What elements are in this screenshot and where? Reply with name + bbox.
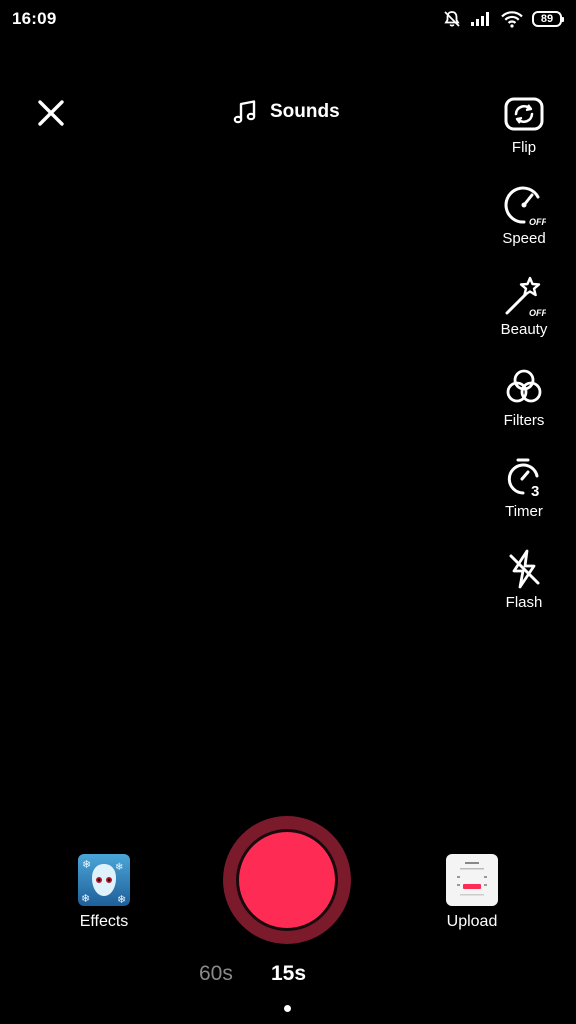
upload-thumbnail <box>446 854 498 906</box>
beauty-label: Beauty <box>500 321 548 338</box>
flip-label: Flip <box>511 139 537 156</box>
duration-15s-option[interactable]: 15s <box>271 962 306 986</box>
filters-button[interactable]: Filters <box>472 365 576 429</box>
timer-label: Timer <box>505 503 543 520</box>
close-icon <box>38 100 64 126</box>
speed-button[interactable]: OFF Speed <box>472 183 576 247</box>
flash-button[interactable]: Flash <box>472 547 576 611</box>
beauty-badge: OFF <box>529 308 546 318</box>
signal-icon <box>471 12 489 26</box>
record-button[interactable] <box>223 816 351 944</box>
flash-off-icon <box>502 547 546 591</box>
svg-text:❄: ❄ <box>81 892 90 905</box>
wifi-icon <box>501 11 523 28</box>
flash-label: Flash <box>505 594 543 611</box>
selected-duration-indicator <box>284 1005 291 1012</box>
upload-button[interactable]: Upload <box>427 854 517 931</box>
status-time: 16:09 <box>12 9 57 28</box>
music-note-icon <box>233 100 256 124</box>
speed-badge: OFF <box>529 217 546 227</box>
speed-label: Speed <box>502 230 546 247</box>
filters-icon <box>502 365 546 409</box>
duration-60s-option[interactable]: 60s <box>199 962 233 986</box>
timer-badge: 3 <box>531 483 539 500</box>
effects-thumbnail: ❄ ❄ ❄ ❄ <box>78 854 130 906</box>
status-bar: 16:09 89 <box>0 0 576 40</box>
svg-text:❄: ❄ <box>115 862 123 873</box>
timer-button[interactable]: 3 Timer <box>472 456 576 520</box>
beauty-button[interactable]: OFF Beauty <box>472 274 576 338</box>
status-icons: 89 <box>443 9 564 29</box>
svg-text:❄: ❄ <box>82 858 91 871</box>
bell-off-icon <box>444 11 460 27</box>
effects-label: Effects <box>79 913 129 930</box>
battery-icon: 89 <box>532 11 564 27</box>
sounds-button[interactable]: Sounds <box>232 96 340 128</box>
filters-label: Filters <box>503 412 545 429</box>
upload-label: Upload <box>446 913 498 930</box>
flip-camera-icon <box>502 92 546 136</box>
close-button[interactable] <box>31 93 71 133</box>
effects-button[interactable]: ❄ ❄ ❄ ❄ Effects <box>59 854 149 931</box>
sounds-label: Sounds <box>270 101 340 122</box>
speed-icon: OFF <box>502 183 546 227</box>
flip-button[interactable]: Flip <box>472 92 576 156</box>
svg-text:❄: ❄ <box>117 893 126 906</box>
record-button-inner <box>236 829 338 931</box>
timer-icon: 3 <box>502 456 546 500</box>
battery-level: 89 <box>540 12 554 25</box>
beauty-wand-icon: OFF <box>502 274 546 318</box>
